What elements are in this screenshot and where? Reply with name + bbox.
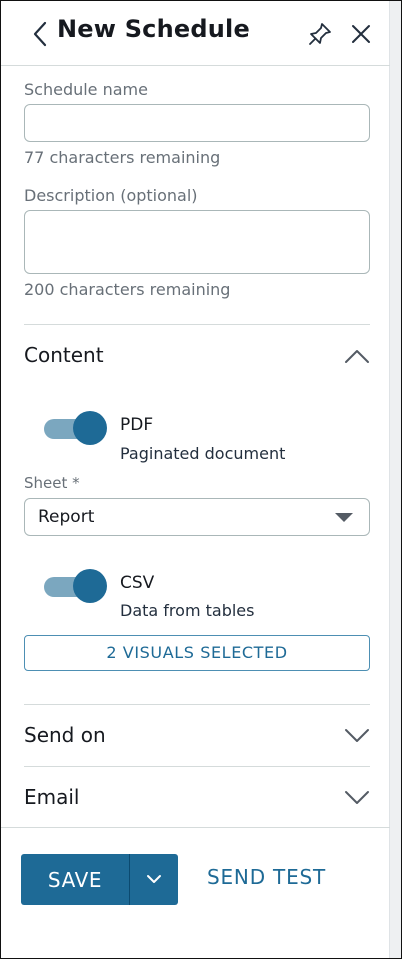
panel-scroll-rail[interactable] [389,1,401,958]
sheet-select-value: Report [38,507,95,527]
pin-icon[interactable] [307,21,333,47]
description-input[interactable] [24,210,370,274]
save-options-dropdown[interactable] [130,854,178,905]
sheet-select[interactable]: Report [24,498,370,536]
toggle-knob [73,411,107,445]
schedule-panel-frame: New Schedule Schedule name 77 characters… [0,0,402,959]
chevron-left-icon[interactable] [32,21,48,47]
chevron-up-icon[interactable] [344,348,370,364]
schedule-name-label: Schedule name [24,80,148,99]
send-test-button[interactable]: SEND TEST [207,865,326,889]
caret-down-icon [335,513,353,522]
pdf-option-title: PDF [120,415,154,435]
close-icon[interactable] [350,23,372,45]
csv-option-title: CSV [120,573,155,593]
pdf-option-description: Paginated document [120,444,286,463]
divider [24,704,370,705]
send-on-section-title[interactable]: Send on [24,723,106,747]
sheet-label: Sheet * [24,474,80,492]
schedule-name-char-count: 77 characters remaining [24,148,221,167]
save-split-button: SAVE [21,854,178,905]
divider [24,324,370,325]
save-button[interactable]: SAVE [21,854,129,905]
chevron-down-icon [147,875,161,883]
visuals-selected-button[interactable]: 2 VISUALS SELECTED [24,635,370,671]
schedule-name-input[interactable] [24,104,370,142]
description-label: Description (optional) [24,186,198,205]
csv-option-description: Data from tables [120,601,255,620]
csv-toggle[interactable] [44,568,107,604]
description-char-count: 200 characters remaining [24,280,231,299]
panel-header: New Schedule [1,1,390,66]
email-section-title[interactable]: Email [24,785,80,809]
toggle-knob [73,569,107,603]
page-title: New Schedule [57,15,250,43]
footer-divider [1,827,390,828]
chevron-down-icon[interactable] [344,790,370,806]
new-schedule-panel: New Schedule Schedule name 77 characters… [1,1,390,958]
chevron-down-icon[interactable] [344,728,370,744]
divider [24,766,370,767]
pdf-toggle[interactable] [44,410,107,446]
content-section-title[interactable]: Content [24,343,104,367]
